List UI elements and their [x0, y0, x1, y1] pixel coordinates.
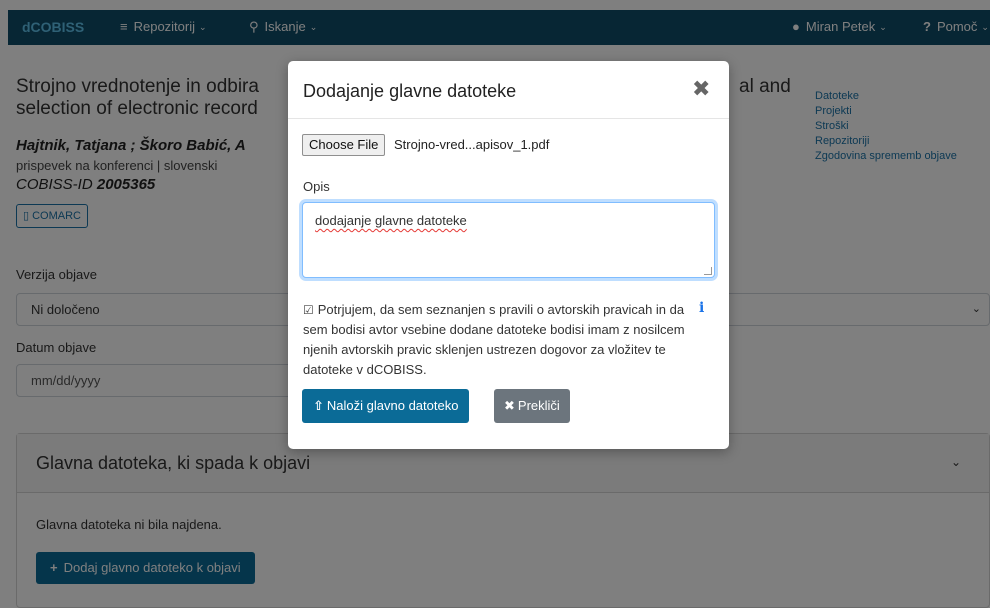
cancel-label: Prekliči — [517, 398, 560, 413]
selected-file-name: Strojno-vred...apisov_1.pdf — [394, 137, 550, 152]
info-icon[interactable]: i — [699, 300, 704, 316]
consent-checkbox-row[interactable]: ☑ Potrjujem, da sem seznanjen s pravili o… — [303, 300, 698, 380]
upload-main-file-label: Naloži glavno datoteko — [326, 398, 459, 413]
modal-header: Dodajanje glavne datoteke ✖ — [288, 61, 729, 119]
modal-title: Dodajanje glavne datoteke — [303, 81, 517, 101]
upload-icon: ⇧ — [313, 398, 324, 413]
opis-value: dodajanje glavne datoteke — [315, 213, 467, 228]
checkbox-checked-icon[interactable]: ☑ — [303, 300, 314, 320]
add-main-file-modal: Dodajanje glavne datoteke ✖ Choose File … — [288, 61, 729, 449]
cancel-button[interactable]: ✖ Prekliči — [494, 389, 570, 423]
close-icon[interactable]: ✖ — [692, 76, 710, 102]
opis-label: Opis — [303, 179, 330, 194]
opis-textarea[interactable]: dodajanje glavne datoteke — [302, 202, 715, 278]
choose-file-button[interactable]: Choose File — [302, 134, 386, 156]
resize-handle-icon[interactable] — [704, 267, 712, 275]
consent-text: Potrjujem, da sem seznanjen s pravili o … — [303, 302, 685, 377]
close-icon: ✖ — [504, 398, 515, 413]
upload-main-file-button[interactable]: ⇧ Naloži glavno datoteko — [302, 389, 470, 423]
